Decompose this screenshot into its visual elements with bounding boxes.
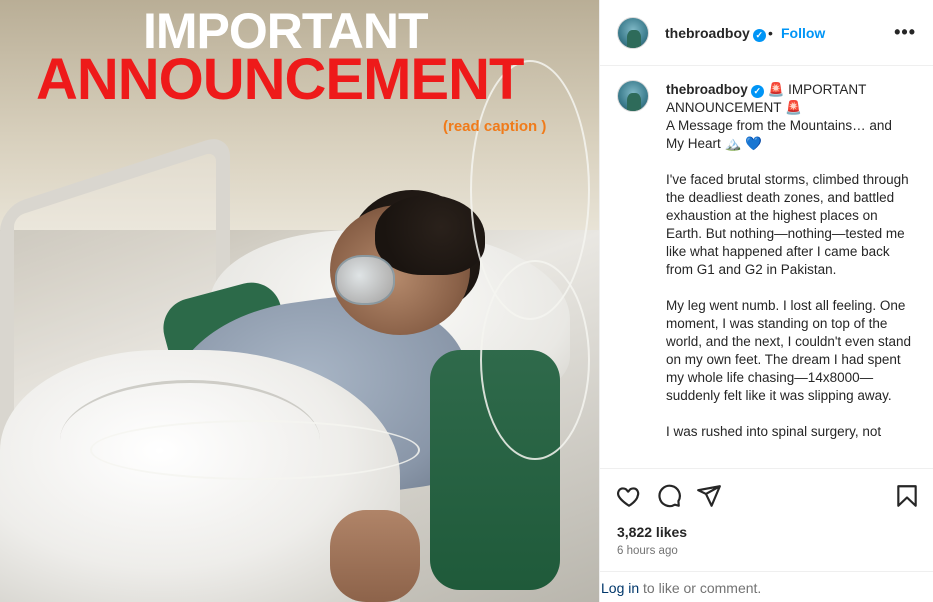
- iv-tube: [90, 420, 420, 480]
- verified-badge-icon: ✓: [752, 29, 766, 42]
- verified-badge-icon: ✓: [750, 85, 764, 98]
- likes-count[interactable]: 3,822 likes: [617, 524, 687, 540]
- caption-paragraph: I was rushed into spinal surgery, not: [666, 424, 882, 439]
- caption-fade: [600, 460, 933, 468]
- caption-avatar[interactable]: [617, 80, 649, 112]
- patient-hair-top: [375, 195, 485, 275]
- follow-button[interactable]: Follow: [781, 25, 825, 41]
- heart-icon[interactable]: [616, 483, 642, 509]
- caption-paragraph: I've faced brutal storms, climbed throug…: [666, 172, 909, 277]
- share-icon[interactable]: [696, 483, 722, 509]
- patient-arm: [330, 510, 420, 602]
- caption-paragraph: thebroadboy ✓ 🚨 IMPORTANT ANNOUNCEMENT 🚨 …: [666, 81, 911, 153]
- post-image[interactable]: IMPORTANT ANNOUNCEMENT (read caption ): [0, 0, 599, 602]
- instagram-post: IMPORTANT ANNOUNCEMENT (read caption ) t…: [0, 0, 933, 602]
- caption-paragraph: My leg went numb. I lost all feeling. On…: [666, 298, 911, 403]
- caption-username[interactable]: thebroadboy: [666, 82, 748, 97]
- post-timestamp[interactable]: 6 hours ago: [617, 545, 678, 557]
- comment-icon[interactable]: [656, 483, 682, 509]
- post-sidebar: thebroadboy ✓ • Follow ••• thebroadboy ✓ 🚨…: [599, 0, 933, 602]
- avatar[interactable]: [617, 17, 649, 49]
- post-header: thebroadboy ✓ • Follow •••: [600, 0, 933, 66]
- separator-dot: •: [768, 25, 773, 41]
- more-options-icon[interactable]: •••: [894, 22, 916, 43]
- login-link[interactable]: Log in: [601, 580, 639, 596]
- read-caption-note: (read caption ): [443, 118, 547, 135]
- caption-scroll-area[interactable]: thebroadboy ✓ 🚨 IMPORTANT ANNOUNCEMENT 🚨 …: [600, 66, 933, 468]
- save-icon[interactable]: [894, 483, 920, 509]
- username-text[interactable]: thebroadboy: [665, 25, 750, 41]
- iv-tube: [480, 260, 590, 460]
- oxygen-mask: [335, 255, 395, 305]
- login-prompt: Log in to like or comment.: [600, 571, 933, 602]
- action-bar: 3,822 likes 6 hours ago: [600, 468, 933, 578]
- login-prompt-text: to like or comment.: [639, 580, 762, 596]
- caption-text: thebroadboy ✓ 🚨 IMPORTANT ANNOUNCEMENT 🚨 …: [666, 81, 911, 441]
- header-username[interactable]: thebroadboy ✓: [665, 25, 766, 42]
